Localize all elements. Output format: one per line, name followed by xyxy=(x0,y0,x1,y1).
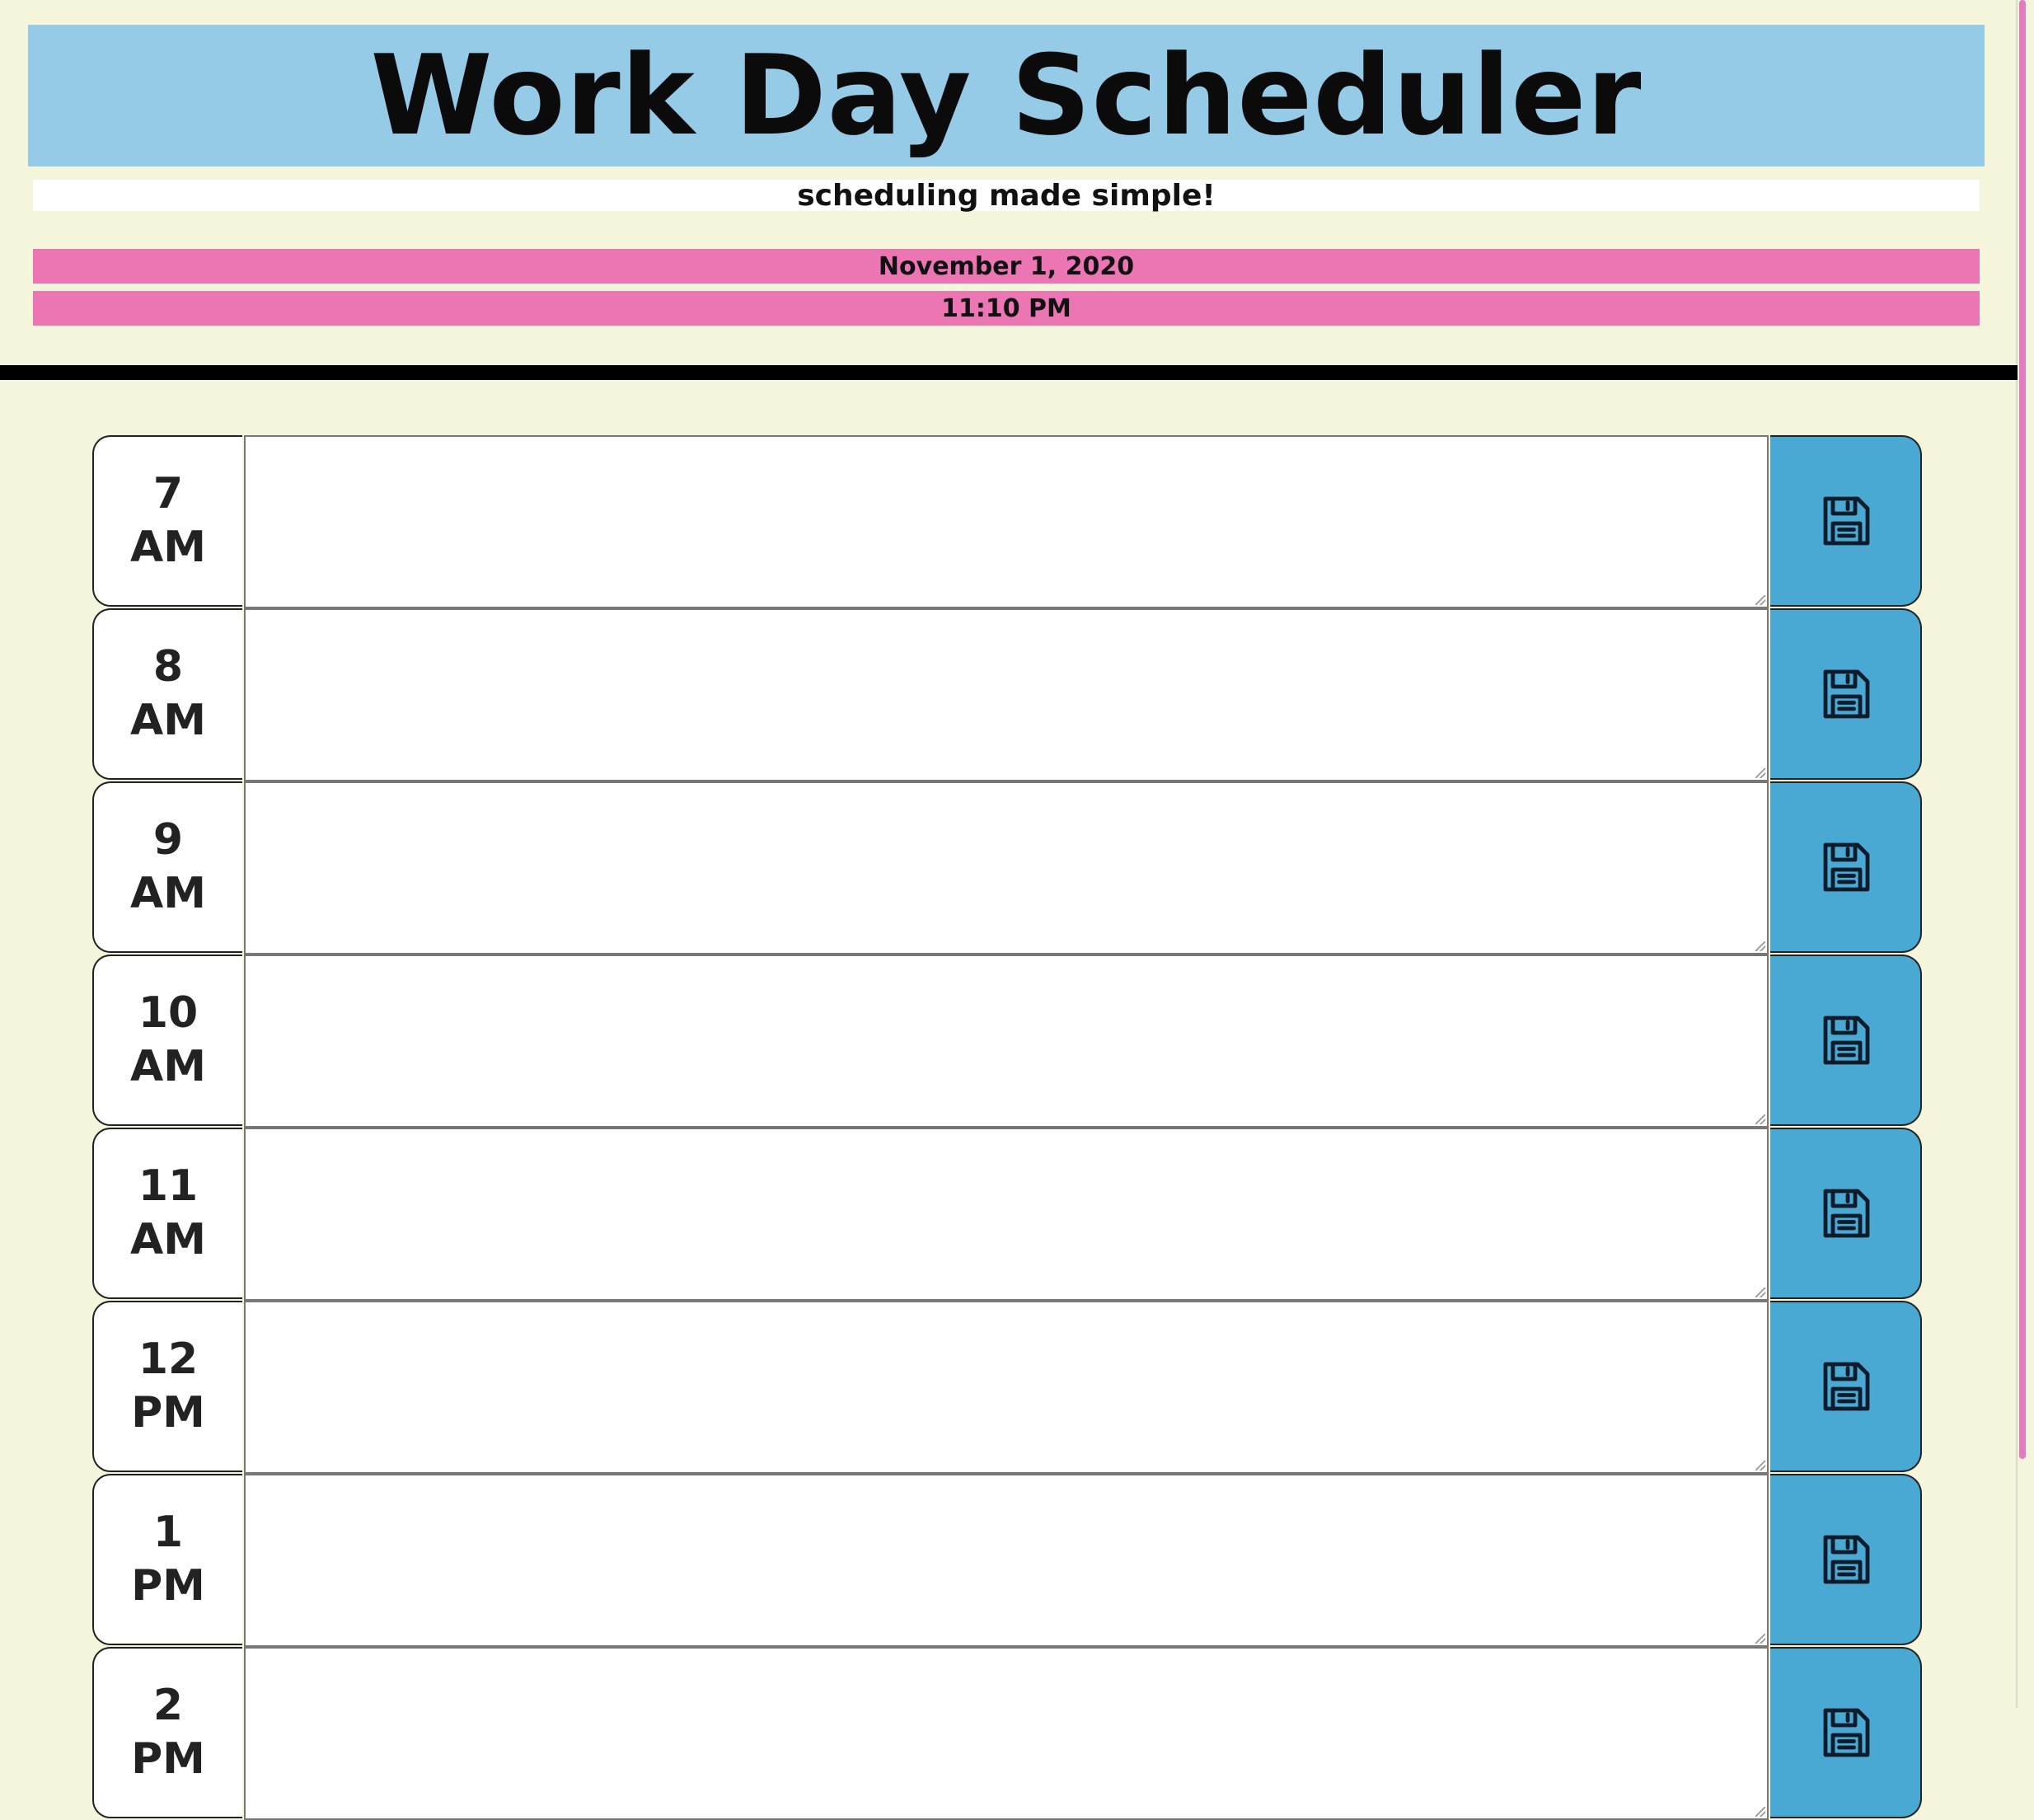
hour-period: AM xyxy=(130,696,206,745)
resize-handle-icon xyxy=(1755,1114,1765,1124)
hour-period: PM xyxy=(131,1561,205,1611)
time-block-row: 8 AM xyxy=(92,608,1922,781)
event-textarea[interactable] xyxy=(244,608,1769,781)
floppy-disk-icon xyxy=(1823,1535,1870,1584)
page-subtitle: scheduling made simple! xyxy=(797,178,1216,213)
current-date: November 1, 2020 xyxy=(878,251,1135,281)
hour-number: 2 xyxy=(152,1681,184,1730)
hour-number: 9 xyxy=(152,815,184,865)
time-block-row: 9 AM xyxy=(92,781,1922,955)
floppy-disk-icon xyxy=(1823,1708,1870,1757)
resize-handle-icon xyxy=(1755,941,1765,951)
event-textarea[interactable] xyxy=(244,1647,1769,1820)
page-title: Work Day Scheduler xyxy=(370,31,1643,160)
resize-handle-icon xyxy=(1755,1288,1765,1297)
hour-number: 7 xyxy=(152,469,184,518)
time-block-row: 11 AM xyxy=(92,1128,1922,1301)
hour-period: AM xyxy=(130,523,206,572)
date-bar: November 1, 2020 xyxy=(33,249,1980,284)
time-block-row: 2 PM xyxy=(92,1647,1922,1820)
hour-label: 11 AM xyxy=(92,1128,242,1299)
schedule-list: 7 AM 8 AM 9 AM 10 AM 11 AM 12 PM 1 PM 2 … xyxy=(92,435,1922,1820)
hour-label: 1 PM xyxy=(92,1474,242,1645)
floppy-disk-icon xyxy=(1823,1362,1870,1411)
time-bar: 11:10 PM xyxy=(33,291,1980,326)
save-button[interactable] xyxy=(1770,955,1922,1126)
hour-label: 2 PM xyxy=(92,1647,242,1818)
resize-handle-icon xyxy=(1755,1634,1765,1644)
event-textarea[interactable] xyxy=(244,435,1769,608)
scrollbar-track xyxy=(2016,0,2018,1708)
time-block-row: 12 PM xyxy=(92,1301,1922,1474)
save-button[interactable] xyxy=(1770,1301,1922,1472)
floppy-disk-icon xyxy=(1823,496,1870,546)
resize-handle-icon xyxy=(1755,768,1765,778)
floppy-disk-icon xyxy=(1823,669,1870,719)
hour-number: 1 xyxy=(152,1508,184,1557)
event-textarea[interactable] xyxy=(244,1128,1769,1301)
hour-number: 12 xyxy=(138,1335,199,1384)
header-divider xyxy=(0,365,2018,380)
hour-period: AM xyxy=(130,1215,206,1264)
hour-number: 8 xyxy=(152,642,184,692)
event-textarea[interactable] xyxy=(244,781,1769,955)
resize-handle-icon xyxy=(1755,595,1765,605)
time-block-row: 10 AM xyxy=(92,955,1922,1128)
floppy-disk-icon xyxy=(1823,1016,1870,1065)
resize-handle-icon xyxy=(1755,1461,1765,1471)
hour-number: 11 xyxy=(138,1161,199,1211)
hour-label: 9 AM xyxy=(92,781,242,953)
save-button[interactable] xyxy=(1770,781,1922,953)
floppy-disk-icon xyxy=(1823,842,1870,892)
save-button[interactable] xyxy=(1770,1647,1922,1818)
event-textarea[interactable] xyxy=(244,1474,1769,1647)
event-textarea[interactable] xyxy=(244,955,1769,1128)
time-block-row: 1 PM xyxy=(92,1474,1922,1647)
current-time: 11:10 PM xyxy=(941,293,1071,323)
subtitle-bar: scheduling made simple! xyxy=(33,178,1980,213)
save-button[interactable] xyxy=(1770,1474,1922,1645)
floppy-disk-icon xyxy=(1823,1189,1870,1238)
scrollbar-thumb[interactable] xyxy=(2019,0,2026,1459)
hour-label: 12 PM xyxy=(92,1301,242,1472)
hour-number: 10 xyxy=(138,988,199,1038)
hour-period: AM xyxy=(130,869,206,918)
save-button[interactable] xyxy=(1770,1128,1922,1299)
hour-label: 8 AM xyxy=(92,608,242,780)
hour-period: AM xyxy=(130,1042,206,1091)
hour-label: 10 AM xyxy=(92,955,242,1126)
resize-handle-icon xyxy=(1755,1807,1765,1817)
hour-label: 7 AM xyxy=(92,435,242,607)
time-block-row: 7 AM xyxy=(92,435,1922,608)
hour-period: PM xyxy=(131,1734,205,1784)
save-button[interactable] xyxy=(1770,608,1922,780)
event-textarea[interactable] xyxy=(244,1301,1769,1474)
save-button[interactable] xyxy=(1770,435,1922,607)
hour-period: PM xyxy=(131,1388,205,1438)
title-banner: Work Day Scheduler xyxy=(28,25,1985,167)
